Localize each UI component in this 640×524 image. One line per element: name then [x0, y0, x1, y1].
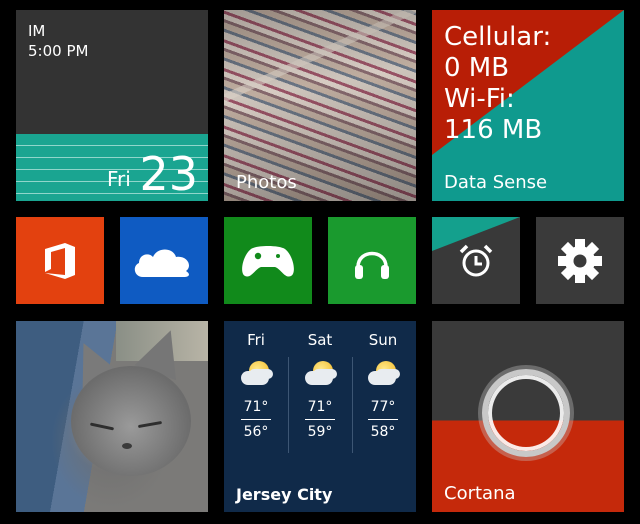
- weather-high: 71°: [243, 399, 269, 415]
- cat-head: [71, 366, 191, 476]
- weather-separator: [352, 357, 353, 453]
- calendar-day: Fri: [107, 167, 131, 191]
- alarms-tile[interactable]: [432, 217, 520, 304]
- weather-day-fri: Fri 71° 56°: [231, 331, 281, 440]
- weather-day-sat: Sat 71° 59°: [295, 331, 345, 440]
- data-sense-cellular-label: Cellular:: [444, 22, 552, 52]
- onedrive-icon: [134, 249, 190, 277]
- photos-label: Photos: [236, 172, 297, 193]
- xbox-icon: [242, 245, 294, 277]
- photos-tile[interactable]: Photos: [224, 10, 416, 201]
- partly-sunny-icon: [241, 361, 271, 389]
- weather-high: 71°: [307, 399, 333, 415]
- calendar-event-time: 5:00 PM: [28, 42, 89, 60]
- weather-tile[interactable]: Fri 71° 56° Sat 71° 59° Sun 77° 58° Jers…: [224, 321, 416, 512]
- weather-city: Jersey City: [236, 485, 333, 504]
- cat-photo-tile[interactable]: [16, 321, 208, 512]
- data-sense-label: Data Sense: [444, 172, 548, 193]
- weather-divider: [368, 419, 398, 420]
- cat-nose: [122, 443, 132, 449]
- data-sense-wifi-label: Wi-Fi:: [444, 84, 515, 114]
- calendar-event-name: IM: [28, 22, 46, 40]
- weather-day-label: Sun: [368, 331, 398, 349]
- onedrive-tile[interactable]: [120, 217, 208, 304]
- calendar-date: 23: [139, 147, 198, 201]
- office-icon: [45, 242, 75, 279]
- partly-sunny-icon: [368, 361, 398, 389]
- settings-icon: [558, 238, 602, 283]
- weather-day-sun: Sun 77° 58°: [358, 331, 408, 440]
- data-sense-cellular-value: 0 MB: [444, 53, 510, 83]
- data-sense-tile[interactable]: Cellular: 0 MB Wi-Fi: 116 MB Data Sense: [432, 10, 624, 201]
- cortana-circle-icon: [482, 369, 570, 457]
- weather-low: 59°: [307, 424, 333, 440]
- weather-high: 77°: [370, 399, 396, 415]
- xbox-tile[interactable]: [224, 217, 312, 304]
- data-sense-wifi-value: 116 MB: [444, 115, 543, 145]
- weather-low: 56°: [243, 424, 269, 440]
- music-icon: [355, 251, 389, 279]
- alarm-icon: [459, 244, 493, 276]
- weather-day-label: Sat: [307, 331, 333, 349]
- partly-sunny-icon: [305, 361, 335, 389]
- music-tile[interactable]: [328, 217, 416, 304]
- settings-tile[interactable]: [536, 217, 624, 304]
- weather-divider: [241, 419, 271, 420]
- weather-separator: [288, 357, 289, 453]
- weather-divider: [305, 419, 335, 420]
- office-tile[interactable]: [16, 217, 104, 304]
- cortana-label: Cortana: [444, 483, 516, 504]
- cortana-tile[interactable]: Cortana: [432, 321, 624, 512]
- weather-day-label: Fri: [247, 331, 265, 349]
- calendar-tile[interactable]: IM 5:00 PM Fri 23: [16, 10, 208, 201]
- weather-low: 58°: [370, 424, 396, 440]
